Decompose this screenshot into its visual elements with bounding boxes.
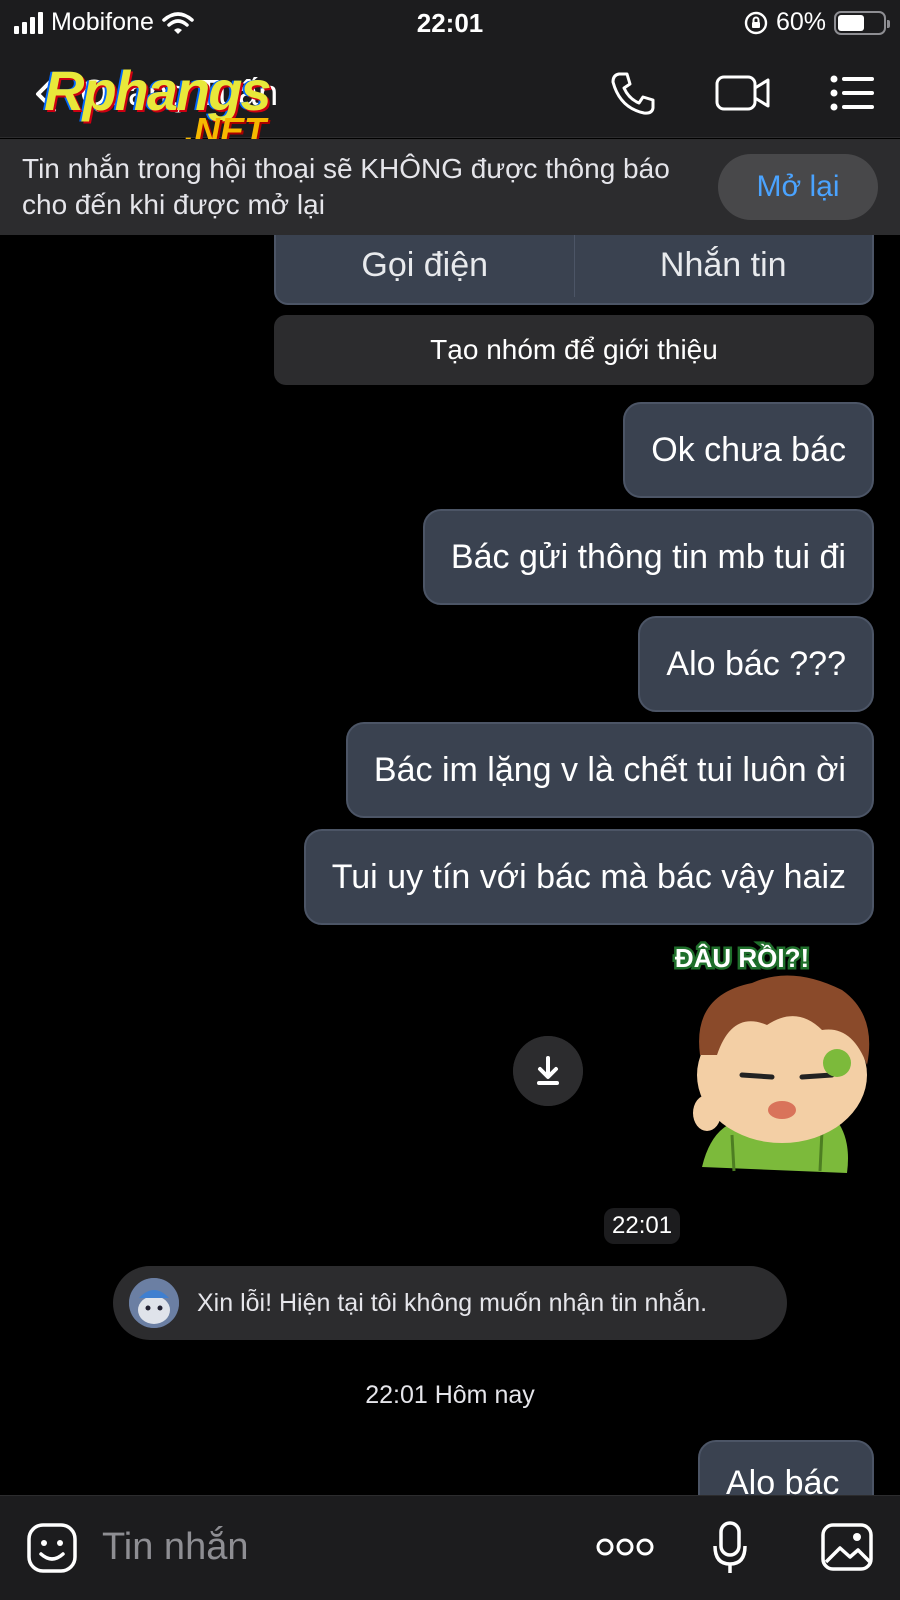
menu-list-icon[interactable] [828, 70, 878, 116]
message-composer: Tin nhắn [0, 1495, 900, 1600]
sticker-image[interactable]: ĐÂU RỒI?! [672, 935, 882, 1200]
battery-percent: 60% [775, 8, 826, 36]
date-separator: 22:01 Hôm nay [365, 1381, 535, 1409]
message-bubble[interactable]: Bác im lặng v là chết tui luôn ời [345, 722, 874, 818]
chat-area[interactable]: Gọi điện Nhắn tin Tạo nhóm để giới thiệu… [0, 235, 900, 1495]
create-group-button[interactable]: Tạo nhóm để giới thiệu [274, 315, 874, 385]
message-input[interactable]: Tin nhắn [102, 1526, 248, 1569]
phone-icon[interactable] [608, 70, 658, 116]
message-time: 22:01 [604, 1208, 681, 1244]
sticker-caption: ĐÂU RỒI?! [675, 943, 809, 973]
reopen-button[interactable]: Mở lại [718, 154, 878, 220]
message-bubble[interactable]: Alo bác [698, 1440, 874, 1495]
message-bubble[interactable]: Alo bác ??? [638, 616, 874, 712]
status-right: 60% [744, 8, 890, 37]
video-call-icon[interactable] [714, 70, 772, 116]
status-bar: Mobifone 22:01 60% [0, 0, 900, 48]
image-gallery-icon[interactable] [820, 1522, 874, 1572]
message-bubble[interactable]: Bác gửi thông tin mb tui đi [422, 509, 874, 605]
message-button[interactable]: Nhắn tin [575, 235, 873, 303]
battery-icon [834, 10, 890, 35]
contact-card-actions: Gọi điện Nhắn tin [274, 235, 874, 305]
call-button[interactable]: Gọi điện [276, 235, 574, 303]
chat-header: Quang Tuấn Rphangs .NET [0, 48, 900, 151]
download-icon[interactable] [513, 1036, 583, 1106]
auto-reply-text: Xin lỗi! Hiện tại tôi không muốn nhận ti… [197, 1289, 708, 1317]
auto-reply-notice: Xin lỗi! Hiện tại tôi không muốn nhận ti… [113, 1266, 787, 1340]
emoji-sticker-icon[interactable] [26, 1522, 78, 1574]
microphone-icon[interactable] [712, 1520, 748, 1576]
muted-notice-banner: Tin nhắn trong hội thoại sẽ KHÔNG được t… [0, 139, 900, 235]
more-options-icon[interactable] [596, 1536, 654, 1558]
message-bubble[interactable]: Ok chưa bác [623, 402, 874, 498]
avatar[interactable] [129, 1278, 179, 1328]
message-bubble[interactable]: Tui uy tín với bác mà bác vậy haiz [303, 829, 874, 925]
rotation-lock-icon [744, 11, 768, 34]
muted-notice-text: Tin nhắn trong hội thoại sẽ KHÔNG được t… [22, 153, 670, 220]
